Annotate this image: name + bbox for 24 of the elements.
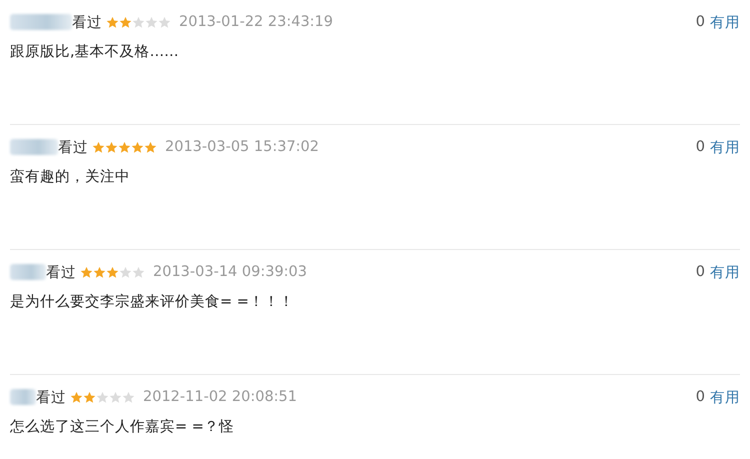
comment-text: 跟原版比,基本不及格……: [10, 43, 180, 61]
blurred-username: [10, 14, 72, 30]
vote-count: 0: [696, 264, 705, 280]
vote-count: 0: [696, 139, 705, 155]
comment-time: 2013-03-14 09:39:03: [153, 264, 307, 280]
useful-link[interactable]: 有用: [710, 388, 740, 406]
watch-status: 看过: [46, 264, 76, 282]
vote-count: 0: [696, 389, 705, 405]
watch-status: 看过: [72, 14, 102, 32]
comment-time: 2013-03-05 15:37:02: [165, 139, 319, 155]
comment-text: 是为什么要交李宗盛来评价美食= =！！！: [10, 292, 295, 311]
comment-text: 蛮有趣的，关注中: [10, 168, 131, 186]
watch-status: 看过: [36, 388, 66, 406]
blurred-username: [10, 389, 36, 405]
comment-time: 2012-11-02 20:08:51: [143, 389, 297, 405]
blurred-username: [10, 264, 46, 280]
comment-text: 怎么选了这三个人作嘉宾= =？怪: [10, 418, 235, 436]
watch-status: 看过: [58, 138, 88, 156]
useful-link[interactable]: 有用: [710, 262, 740, 282]
vote-count: 0: [696, 14, 705, 30]
blurred-username: [10, 139, 58, 155]
comment-time: 2013-01-22 23:43:19: [179, 14, 333, 30]
useful-link[interactable]: 有用: [710, 138, 740, 156]
useful-link[interactable]: 有用: [710, 12, 740, 32]
